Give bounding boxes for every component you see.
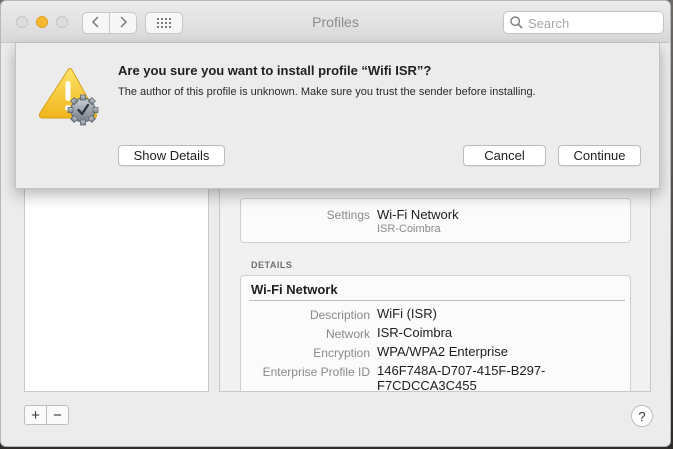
details-heading: DETAILS xyxy=(251,260,293,270)
warning-gear-icon xyxy=(38,67,102,130)
details-section-title: Wi-Fi Network xyxy=(251,282,338,297)
enterprise-profile-id-value: 146F748A-D707-415F-B297- xyxy=(377,363,546,378)
profiles-window: Profiles Settings Wi-Fi Network ISR-Coim… xyxy=(0,0,671,447)
show-details-button[interactable]: Show Details xyxy=(118,145,225,166)
settings-summary-box: Settings Wi-Fi Network ISR-Coimbra xyxy=(240,198,631,243)
profile-detail-pane[interactable]: Settings Wi-Fi Network ISR-Coimbra DETAI… xyxy=(219,186,651,392)
sheet-title: Are you sure you want to install profile… xyxy=(118,63,432,78)
search-icon xyxy=(510,16,523,32)
install-profile-sheet: Are you sure you want to install profile… xyxy=(15,43,660,189)
cancel-button[interactable]: Cancel xyxy=(463,145,546,166)
network-label: Network xyxy=(325,327,370,341)
search-field[interactable] xyxy=(503,11,664,34)
details-box: Wi-Fi Network Description WiFi (ISR) Net… xyxy=(240,275,631,392)
enterprise-profile-id-label: Enterprise Profile ID xyxy=(262,365,370,379)
network-value: ISR-Coimbra xyxy=(377,325,453,340)
description-value: WiFi (ISR) xyxy=(377,306,437,321)
settings-label: Settings xyxy=(326,208,370,222)
help-button[interactable]: ? xyxy=(631,405,653,427)
remove-profile-button[interactable]: − xyxy=(47,406,68,424)
add-remove-control: + − xyxy=(24,405,69,425)
sheet-message: The author of this profile is unknown. M… xyxy=(118,86,536,98)
titlebar: Profiles xyxy=(1,1,670,43)
encryption-label: Encryption xyxy=(313,346,370,360)
profiles-list[interactable] xyxy=(24,186,209,392)
add-profile-button[interactable]: + xyxy=(25,406,46,424)
description-label: Description xyxy=(309,308,370,322)
search-input[interactable] xyxy=(528,14,658,32)
continue-button[interactable]: Continue xyxy=(558,145,641,166)
enterprise-profile-id-value-cont: F7CDCCA3C455 xyxy=(377,378,477,392)
details-divider xyxy=(249,300,625,301)
settings-value: Wi-Fi Network xyxy=(377,207,459,222)
encryption-value: WPA/WPA2 Enterprise xyxy=(377,344,508,359)
settings-subvalue: ISR-Coimbra xyxy=(377,223,441,235)
